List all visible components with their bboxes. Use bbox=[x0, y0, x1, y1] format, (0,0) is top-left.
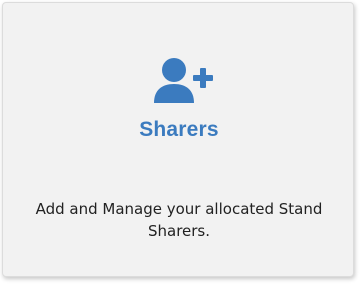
card-description: Add and Manage your allocated Stand Shar… bbox=[35, 200, 323, 240]
sharers-card[interactable]: Sharers Add and Manage your allocated St… bbox=[2, 2, 354, 277]
card-title: Sharers bbox=[139, 118, 219, 141]
user-plus-icon bbox=[151, 57, 213, 105]
